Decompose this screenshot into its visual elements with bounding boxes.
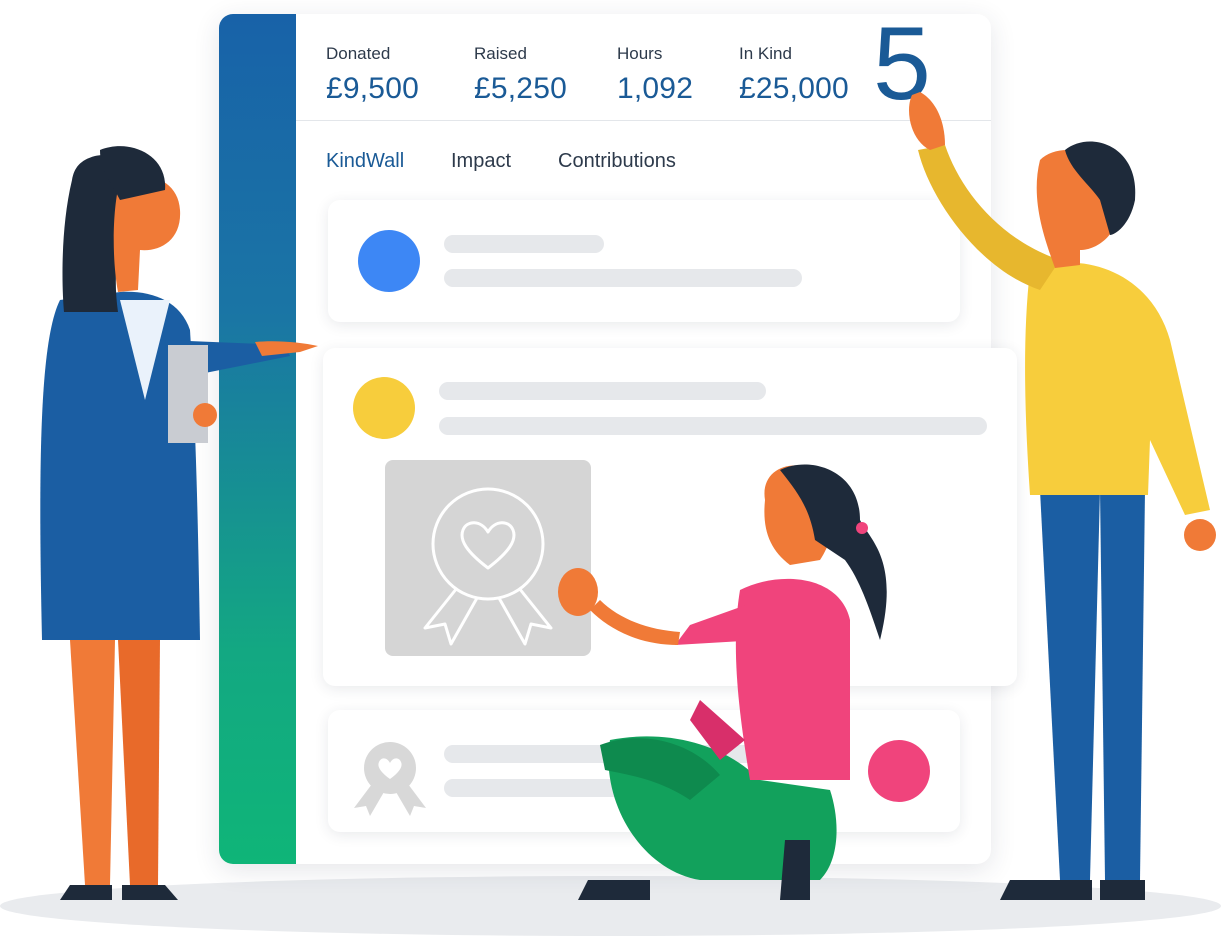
people-illustration <box>40 92 1216 900</box>
woman-left-figure <box>40 146 318 900</box>
girl-kneeling-figure <box>558 464 887 900</box>
man-right-figure <box>909 92 1216 900</box>
